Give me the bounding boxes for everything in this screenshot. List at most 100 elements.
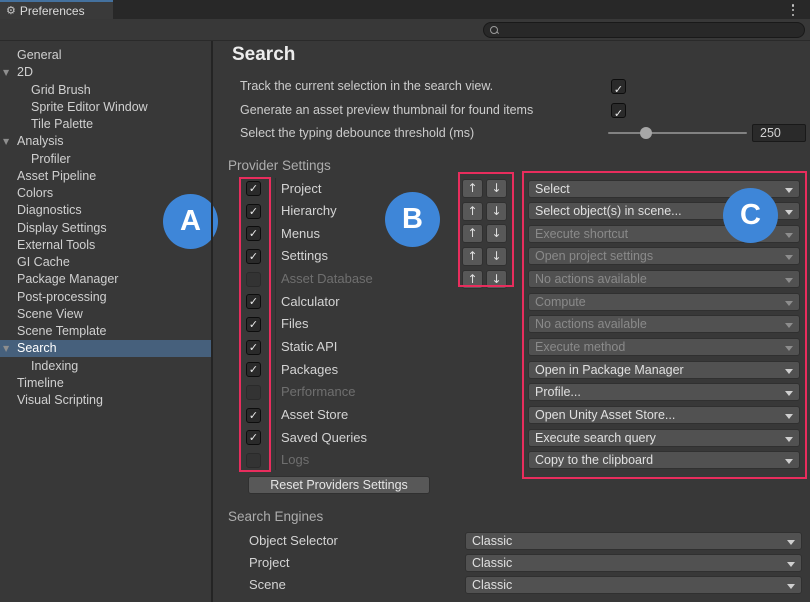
sidebar-item-label: Tile Palette [31, 116, 93, 133]
sidebar-item-post-processing[interactable]: Post-processing [0, 289, 211, 306]
saved-queries-action-dropdown[interactable]: Execute search query [528, 429, 800, 447]
move-up-button[interactable]: ↑ [462, 202, 483, 221]
check-icon: ✓ [247, 227, 260, 240]
sidebar-item-label: GI Cache [17, 254, 70, 271]
project-engine-dropdown[interactable]: Classic [465, 554, 802, 572]
kebab-menu-icon[interactable] [788, 4, 798, 16]
sidebar-item-indexing[interactable]: Indexing [0, 358, 211, 375]
logs-provider-checkbox[interactable] [246, 453, 261, 468]
move-up-button[interactable]: ↑ [462, 179, 483, 198]
packages-provider-checkbox[interactable]: ✓ [246, 362, 261, 377]
tab-preferences[interactable]: ⚙ Preferences [0, 0, 113, 19]
move-down-button[interactable]: ↓ [486, 247, 507, 266]
packages-action-dropdown[interactable]: Open in Package Manager [528, 361, 800, 379]
sidebar-item-label: Indexing [31, 358, 78, 375]
expand-triangle-icon[interactable]: ▼ [3, 340, 9, 357]
sidebar-item-timeline[interactable]: Timeline [0, 375, 211, 392]
sidebar-item-2d[interactable]: ▼2D [0, 64, 211, 81]
files-action-dropdown[interactable]: No actions available [528, 315, 800, 333]
calculator-provider-checkbox[interactable]: ✓ [246, 294, 261, 309]
chevron-down-icon [785, 255, 793, 260]
settings-action-dropdown[interactable]: Open project settings [528, 247, 800, 265]
sidebar-item-sprite-editor-window[interactable]: Sprite Editor Window [0, 99, 211, 116]
chevron-down-icon [785, 391, 793, 396]
sidebar-item-grid-brush[interactable]: Grid Brush [0, 82, 211, 99]
performance-provider-checkbox[interactable] [246, 385, 261, 400]
debounce-value-field[interactable]: 250 [752, 124, 806, 142]
provider-column-divider [275, 178, 276, 470]
move-down-button[interactable]: ↓ [486, 202, 507, 221]
sidebar-divider [211, 41, 213, 602]
check-icon: ✓ [247, 363, 260, 376]
check-icon: ✓ [247, 295, 260, 308]
hierarchy-provider-checkbox[interactable]: ✓ [246, 204, 261, 219]
performance-action-dropdown[interactable]: Profile... [528, 383, 800, 401]
provider-label-saved-queries: Saved Queries [281, 430, 367, 446]
move-up-button[interactable]: ↑ [462, 247, 483, 266]
asset-database-provider-checkbox[interactable] [246, 272, 261, 287]
check-icon: ✓ [247, 409, 260, 422]
check-icon: ✓ [614, 107, 623, 120]
files-provider-checkbox[interactable]: ✓ [246, 317, 261, 332]
check-icon: ✓ [247, 431, 260, 444]
tab-title: Preferences [20, 4, 85, 18]
asset-database-action-dropdown[interactable]: No actions available [528, 270, 800, 288]
engine-label-scene: Scene [249, 577, 286, 593]
move-up-button[interactable]: ↑ [462, 270, 483, 289]
provider-settings-header: Provider Settings [228, 158, 331, 173]
sidebar-item-general[interactable]: General [0, 47, 211, 64]
reset-providers-button[interactable]: Reset Providers Settings [248, 476, 430, 494]
sidebar-item-scene-template[interactable]: Scene Template [0, 323, 211, 340]
object-selector-engine-dropdown[interactable]: Classic [465, 532, 802, 550]
static-api-provider-checkbox[interactable]: ✓ [246, 340, 261, 355]
track-selection-checkbox[interactable]: ✓ [611, 79, 626, 94]
asset-store-action-dropdown[interactable]: Open Unity Asset Store... [528, 406, 800, 424]
asset-store-provider-checkbox[interactable]: ✓ [246, 408, 261, 423]
provider-label-asset-store: Asset Store [281, 407, 348, 423]
sidebar-item-label: Grid Brush [31, 82, 91, 99]
check-icon: ✓ [247, 250, 260, 263]
check-icon: ✓ [247, 318, 260, 331]
sidebar-item-package-manager[interactable]: Package Manager [0, 271, 211, 288]
chevron-down-icon [785, 437, 793, 442]
setting-label-debounce: Select the typing debounce threshold (ms… [240, 125, 474, 141]
check-icon: ✓ [247, 182, 260, 195]
static-api-action-dropdown[interactable]: Execute method [528, 338, 800, 356]
sidebar-item-scene-view[interactable]: Scene View [0, 306, 211, 323]
debounce-slider-handle[interactable] [640, 127, 652, 139]
sidebar-item-label: Search [17, 340, 57, 357]
move-down-button[interactable]: ↓ [486, 270, 507, 289]
settings-provider-checkbox[interactable]: ✓ [246, 249, 261, 264]
sidebar-item-tile-palette[interactable]: Tile Palette [0, 116, 211, 133]
sidebar-item-label: Asset Pipeline [17, 168, 96, 185]
chevron-down-icon [787, 540, 795, 545]
chevron-down-icon [785, 210, 793, 215]
sidebar-item-label: Timeline [17, 375, 64, 392]
toolbar [0, 19, 810, 41]
move-down-button[interactable]: ↓ [486, 224, 507, 243]
debounce-slider[interactable] [608, 132, 747, 134]
project-provider-checkbox[interactable]: ✓ [246, 181, 261, 196]
sidebar-item-gi-cache[interactable]: GI Cache [0, 254, 211, 271]
expand-triangle-icon[interactable]: ▼ [3, 133, 9, 150]
sidebar-item-profiler[interactable]: Profiler [0, 151, 211, 168]
tab-bar: ⚙ Preferences [0, 0, 810, 19]
provider-label-performance: Performance [281, 384, 355, 400]
sidebar-item-search[interactable]: ▼ Search [0, 340, 211, 357]
move-down-button[interactable]: ↓ [486, 179, 507, 198]
sidebar-item-asset-pipeline[interactable]: Asset Pipeline [0, 168, 211, 185]
saved-queries-provider-checkbox[interactable]: ✓ [246, 430, 261, 445]
check-icon: ✓ [247, 341, 260, 354]
scene-engine-dropdown[interactable]: Classic [465, 576, 802, 594]
menus-provider-checkbox[interactable]: ✓ [246, 226, 261, 241]
engine-label-object-selector: Object Selector [249, 533, 338, 549]
logs-action-dropdown[interactable]: Copy to the clipboard [528, 451, 800, 469]
sidebar-item-analysis[interactable]: ▼Analysis [0, 133, 211, 150]
chevron-down-icon [787, 562, 795, 567]
asset-preview-checkbox[interactable]: ✓ [611, 103, 626, 118]
move-up-button[interactable]: ↑ [462, 224, 483, 243]
calculator-action-dropdown[interactable]: Compute [528, 293, 800, 311]
expand-triangle-icon[interactable]: ▼ [3, 64, 9, 81]
sidebar-item-visual-scripting[interactable]: Visual Scripting [0, 392, 211, 409]
search-input[interactable] [483, 22, 805, 38]
